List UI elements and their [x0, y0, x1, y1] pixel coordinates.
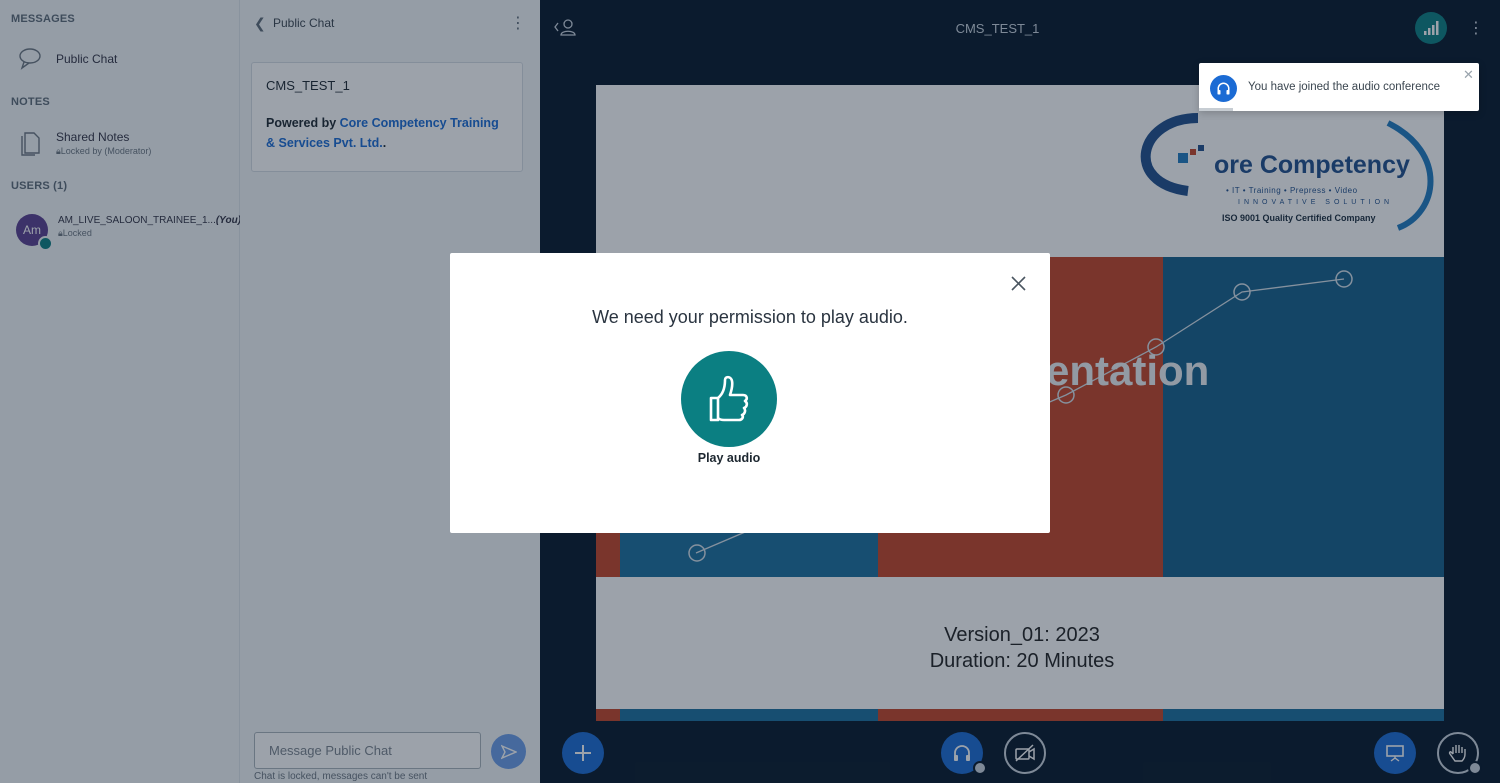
audio-joined-toast: You have joined the audio conference ✕ [1199, 63, 1479, 111]
modal-title: We need your permission to play audio. [592, 307, 908, 327]
toast-message: You have joined the audio conference [1248, 81, 1441, 93]
toast-progress [1199, 108, 1233, 111]
thumbs-up-icon [709, 375, 749, 422]
play-audio-label: Play audio [697, 451, 761, 465]
close-icon[interactable] [1010, 275, 1027, 297]
headphones-icon [1210, 75, 1237, 102]
audio-permission-modal: We need your permission to play audio. P… [450, 253, 1050, 533]
play-audio-button[interactable] [681, 351, 777, 447]
close-icon[interactable]: ✕ [1463, 67, 1474, 83]
